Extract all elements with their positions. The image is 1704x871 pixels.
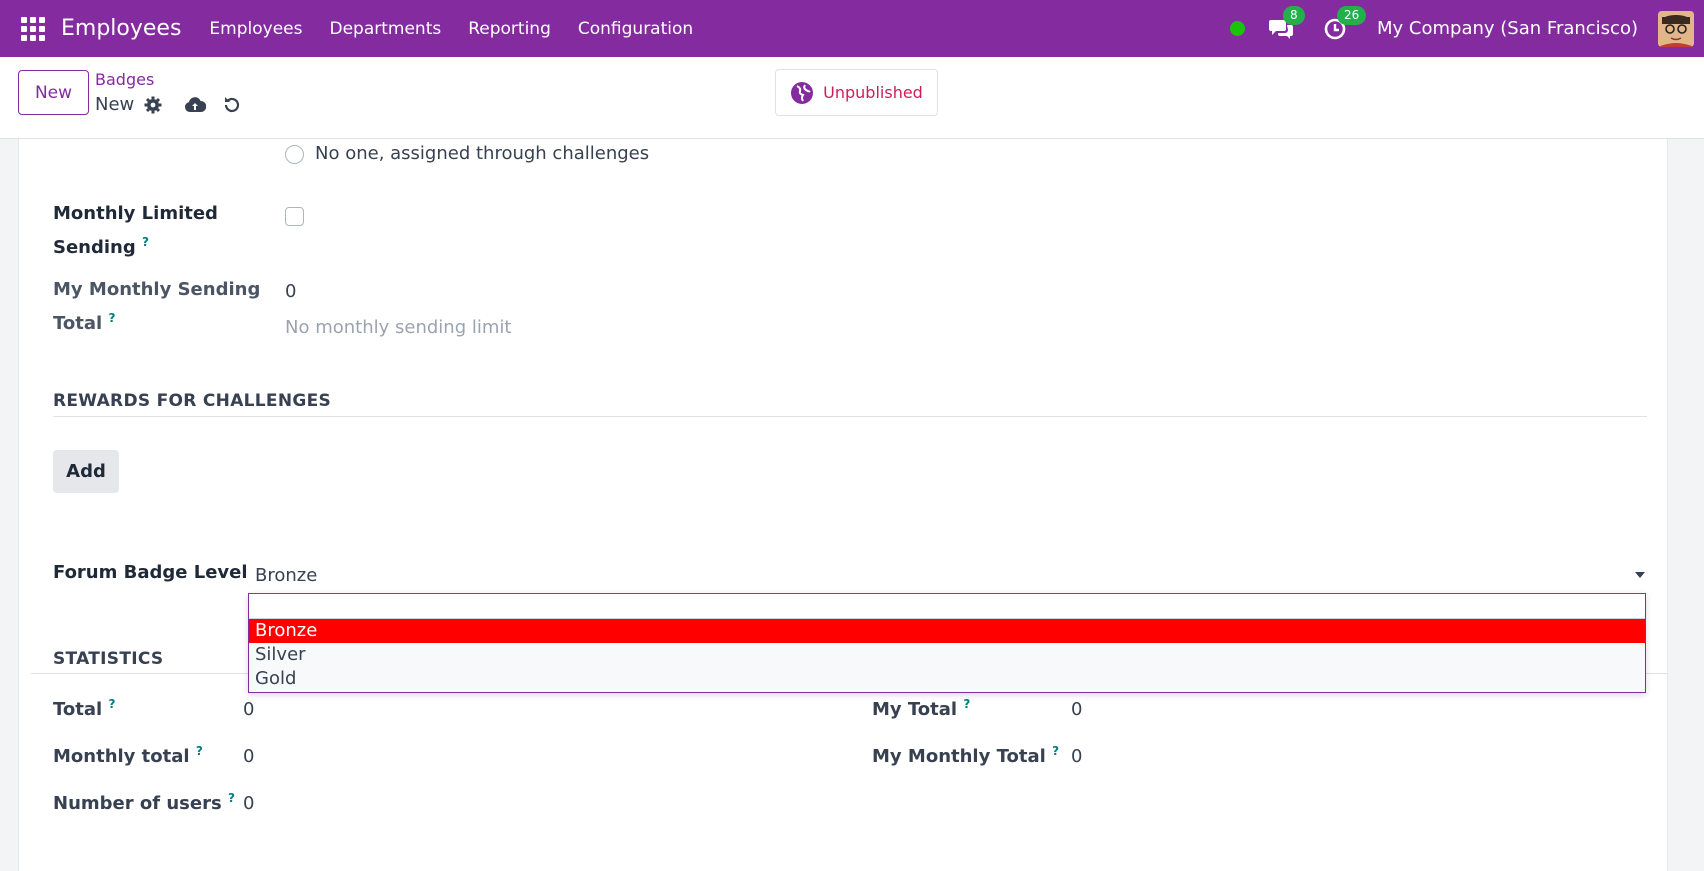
number-of-users-label-text: Number of users [53, 793, 222, 814]
add-reward-button[interactable]: Add [53, 450, 119, 493]
app-brand[interactable]: Employees [61, 16, 181, 41]
help-icon[interactable]: ? [228, 791, 235, 805]
main-menu: Employees Departments Reporting Configur… [209, 19, 720, 39]
my-monthly-total-value: 0 [1071, 746, 1083, 767]
monthly-limited-label-line2: Sending [53, 237, 136, 258]
monthly-limited-checkbox[interactable] [285, 207, 304, 226]
my-total-label: My Total ? [872, 697, 970, 720]
record-title: New [95, 94, 242, 115]
number-of-users-label: Number of users ? [53, 791, 235, 814]
radio-no-one-label[interactable]: No one, assigned through challenges [315, 143, 649, 164]
rewards-section-title: REWARDS FOR CHALLENGES [53, 391, 332, 411]
number-of-users-value: 0 [243, 793, 255, 814]
total-label-text: Total [53, 699, 103, 720]
my-total-label-text: My Total [872, 699, 958, 720]
menu-departments[interactable]: Departments [329, 19, 441, 39]
cloud-upload-icon[interactable] [184, 96, 207, 114]
gear-icon[interactable] [144, 96, 162, 114]
my-monthly-sending-value: 0 [285, 281, 297, 302]
monthly-total-label: Monthly total ? [53, 744, 203, 767]
forum-badge-level-label: Forum Badge Level [53, 562, 248, 583]
apps-menu-icon[interactable] [21, 16, 45, 41]
forum-badge-level-select[interactable]: Bronze [255, 565, 317, 586]
dropdown-option-gold[interactable]: Gold [249, 667, 1645, 691]
my-total-value: 0 [1071, 699, 1083, 720]
new-button[interactable]: New [18, 70, 89, 115]
monthly-limited-label-line1: Monthly Limited [53, 203, 218, 224]
help-icon[interactable]: ? [108, 697, 115, 711]
record-name: New [95, 94, 135, 115]
publish-status-label: Unpublished [823, 83, 923, 102]
total-label: Total ? [53, 697, 115, 720]
publish-toggle-button[interactable]: Unpublished [775, 69, 938, 116]
dropdown-option-bronze[interactable]: Bronze [249, 619, 1645, 643]
globe-icon [790, 81, 814, 105]
monthly-total-label-text: Monthly total [53, 746, 190, 767]
user-avatar[interactable] [1658, 10, 1694, 47]
messages-button[interactable]: 8 [1267, 5, 1305, 43]
total-value: 0 [243, 699, 255, 720]
help-icon[interactable]: ? [1052, 744, 1059, 758]
form-sheet: No one, assigned through challenges Mont… [18, 139, 1668, 871]
control-panel: New Badges New Unpublished [0, 57, 1704, 139]
breadcrumb-badges[interactable]: Badges [95, 70, 154, 89]
company-switcher[interactable]: My Company (San Francisco) [1377, 18, 1638, 39]
menu-configuration[interactable]: Configuration [578, 19, 693, 39]
monthly-limited-label: Monthly Limited Sending ? [53, 199, 218, 262]
monthly-total-value: 0 [243, 746, 255, 767]
dropdown-search-input[interactable] [249, 594, 1645, 619]
my-monthly-sending-line2: Total [53, 313, 103, 334]
help-icon[interactable]: ? [963, 697, 970, 711]
forum-badge-level-dropdown: Bronze Silver Gold [248, 593, 1646, 693]
messages-count-badge: 8 [1283, 5, 1305, 25]
no-limit-text: No monthly sending limit [285, 317, 512, 338]
activities-button[interactable]: 26 [1321, 5, 1367, 43]
help-icon[interactable]: ? [142, 235, 149, 249]
dropdown-option-silver[interactable]: Silver [249, 643, 1645, 667]
menu-reporting[interactable]: Reporting [468, 19, 551, 39]
navbar-systray: 8 26 My Company (San Francisco) [1230, 0, 1704, 57]
top-navbar: Employees Employees Departments Reportin… [0, 0, 1704, 57]
my-monthly-sending-label: My Monthly Sending Total ? [53, 275, 260, 338]
presence-status-icon [1230, 21, 1246, 36]
menu-employees[interactable]: Employees [209, 19, 302, 39]
my-monthly-sending-line1: My Monthly Sending [53, 279, 261, 300]
user-avatar-icon [1658, 10, 1694, 47]
statistics-section-title: STATISTICS [53, 649, 164, 669]
rewards-separator [53, 416, 1647, 417]
help-icon[interactable]: ? [108, 311, 115, 325]
activities-count-badge: 26 [1337, 5, 1367, 25]
my-monthly-total-label: My Monthly Total ? [872, 744, 1059, 767]
chevron-down-icon[interactable] [1635, 572, 1645, 578]
discard-changes-icon[interactable] [222, 95, 242, 115]
my-monthly-total-label-text: My Monthly Total [872, 746, 1046, 767]
radio-no-one[interactable] [285, 145, 304, 164]
help-icon[interactable]: ? [196, 744, 203, 758]
